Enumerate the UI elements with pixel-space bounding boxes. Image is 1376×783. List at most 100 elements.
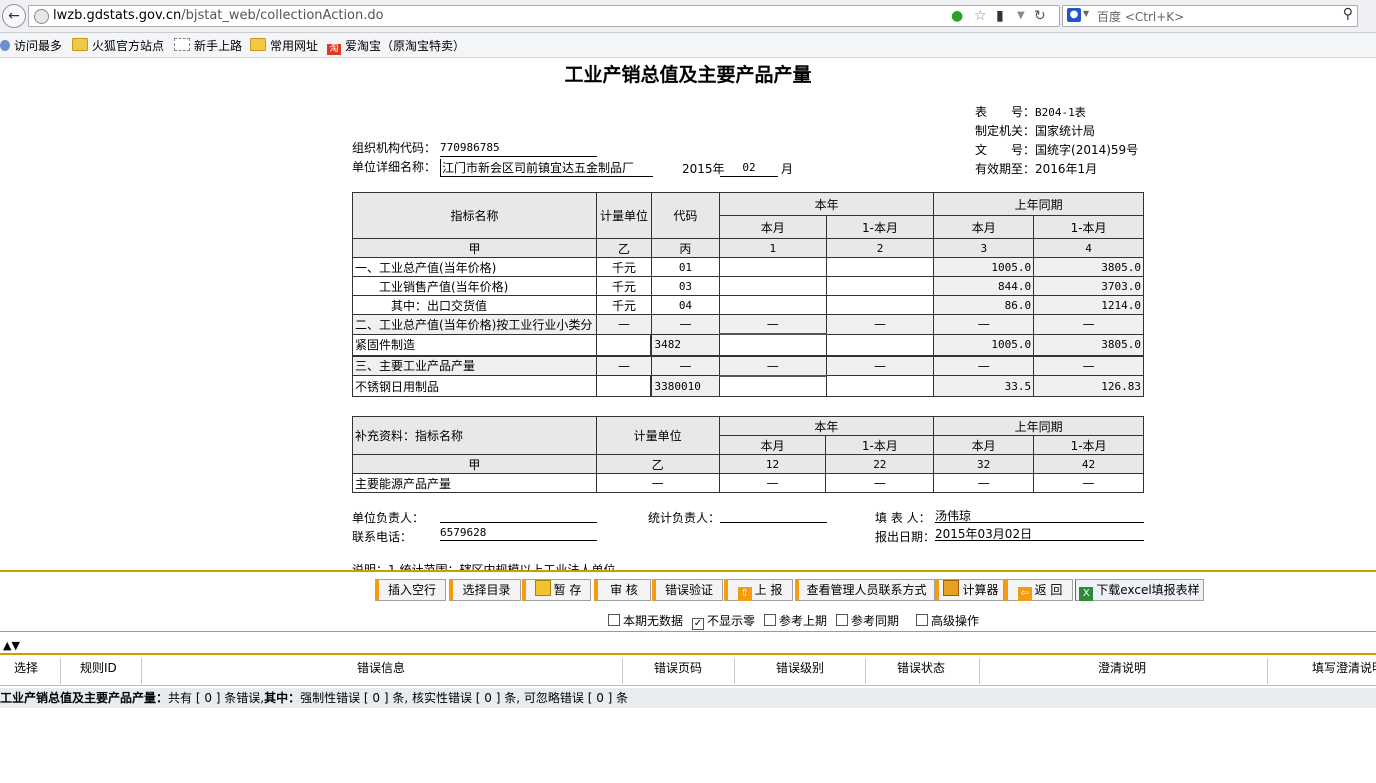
search-box[interactable]: ● ▼ 百度 <Ctrl+K> ⚲ [1062, 5, 1358, 27]
letter-cell: 32 [933, 454, 1035, 474]
select-catalog-button[interactable]: 选择目录 [449, 579, 521, 601]
input-cell[interactable] [718, 295, 827, 315]
supp-header-cumulative: 1-本月 [825, 435, 935, 455]
input-cell[interactable] [825, 257, 935, 277]
globe-icon [34, 9, 49, 24]
code-input[interactable]: 3380010 [650, 375, 720, 397]
search-engine-dropdown-icon[interactable]: ▼ [1083, 9, 1089, 18]
table-row: 紧固件制造 3482 1005.0 3805.0 [352, 333, 1144, 356]
checkbox-box[interactable] [764, 614, 776, 626]
year-text: 2015年 [682, 162, 725, 176]
supplementary-table: 补充资料：指标名称 计量单位 本年 上年同期 本月 1-本月 本月 1-本月 甲… [352, 416, 1144, 493]
code-input[interactable]: 3482 [650, 333, 720, 356]
back-button[interactable]: ⇦ 返 回 [1004, 579, 1073, 601]
bookmark-firefox-site[interactable]: 火狐官方站点 [72, 37, 164, 54]
checkbox-advanced[interactable]: 高级操作 [916, 612, 979, 629]
input-cell[interactable] [825, 375, 935, 397]
checkbox-box[interactable] [836, 614, 848, 626]
letter-cell: 乙 [595, 454, 720, 474]
reload-icon[interactable]: ↻ [1034, 7, 1046, 25]
address-bar[interactable]: lwzb.gdstats.gov.cn/bjstat_web/collectio… [28, 5, 1060, 27]
bookmark-taobao[interactable]: 淘爱淘宝（原淘宝特卖） [327, 37, 465, 55]
filler-field[interactable]: 汤伟琼 [935, 507, 1144, 523]
header-last-year: 上年同期 [933, 192, 1144, 216]
org-name-field[interactable]: 江门市新会区司前镇宜达五金制品厂 [440, 159, 653, 177]
supp-header-this-month: 本月 [718, 435, 827, 455]
col-error-status[interactable]: 错误状态 [897, 659, 945, 676]
table-row: 二、工业总产值(当年价格)按工业行业小类分 — — — — — — [352, 314, 1144, 335]
phone-field[interactable]: 6579628 [440, 526, 597, 541]
mobile-icon[interactable]: ▮ [996, 7, 1004, 25]
input-cell[interactable] [825, 333, 935, 356]
checkbox-ref-previous[interactable]: 参考上期 [764, 612, 827, 629]
search-icon[interactable]: ⚲ [1343, 6, 1353, 22]
report-date-label: 报出日期： [875, 530, 936, 544]
org-name-label: 单位详细名称： [352, 160, 437, 174]
supp-header-last-this-month: 本月 [933, 435, 1035, 455]
dropdown-icon[interactable]: ▼ [1017, 7, 1025, 25]
col-error-page[interactable]: 错误页码 [654, 659, 702, 676]
save-draft-button[interactable]: 暂 存 [522, 579, 591, 601]
col-error-level[interactable]: 错误级别 [776, 659, 824, 676]
col-fill-clarification[interactable]: 填写澄清说明 [1312, 659, 1376, 676]
checkbox-no-data[interactable]: 本期无数据 [608, 612, 683, 629]
col-clarification[interactable]: 澄清说明 [1098, 659, 1146, 676]
calculator-button[interactable]: 计算器 [935, 579, 1004, 601]
table-row: 三、主要工业产品产量 — — — — — — [352, 354, 1144, 376]
insert-row-button[interactable]: 插入空行 [375, 579, 446, 601]
input-cell[interactable] [718, 276, 827, 296]
supp-header-this-year: 本年 [718, 416, 935, 436]
page-title: 工业产销总值及主要产品产量 [564, 64, 812, 86]
input-cell[interactable] [718, 257, 827, 277]
month-text: 月 [781, 162, 794, 176]
audit-button[interactable]: 审 核 [594, 579, 651, 601]
month-field[interactable]: 02 [720, 161, 778, 177]
star-icon[interactable]: ☆ [974, 7, 987, 25]
column-separator [1267, 658, 1268, 684]
divider [0, 570, 1376, 572]
checkbox-hide-zero[interactable]: ✓ 不显示零 [692, 612, 755, 630]
stat-head-field[interactable] [720, 508, 827, 523]
down-triangle-icon[interactable]: ▼ [11, 639, 19, 652]
page-icon [174, 38, 190, 51]
view-admin-contact-button[interactable]: 查看管理人员联系方式 [795, 579, 935, 601]
back-arrow-icon[interactable]: ← [2, 4, 26, 28]
excel-icon: X [1079, 587, 1094, 601]
col-select[interactable]: 选择 [14, 659, 38, 676]
checkbox-box[interactable] [608, 614, 620, 626]
baidu-paw-icon[interactable]: ● [1067, 8, 1081, 22]
table-row: 主要能源产品产量 — — — — — [352, 473, 1144, 493]
upload-icon: ⇧ [737, 587, 752, 601]
letter-cell: 乙 [595, 238, 652, 258]
bookmark-most-visited[interactable]: 访问最多 [0, 37, 62, 54]
checkbox-box-checked[interactable]: ✓ [692, 618, 704, 630]
letter-cell: 甲 [352, 238, 597, 258]
col-error-info[interactable]: 错误信息 [357, 659, 405, 676]
column-separator [979, 658, 980, 684]
col-rule-id[interactable]: 规则ID [80, 659, 117, 676]
main-data-table: 指标名称 计量单位 代码 本年 上年同期 本月 1-本月 本月 1-本月 甲 乙… [352, 192, 1144, 397]
header-last-this-month: 本月 [933, 215, 1035, 239]
letter-cell: 甲 [352, 454, 597, 474]
folder-icon [72, 38, 88, 51]
checkbox-box[interactable] [916, 614, 928, 626]
error-check-button[interactable]: 错误验证 [652, 579, 723, 601]
unit-head-field[interactable] [440, 508, 597, 523]
letter-cell: 4 [1033, 238, 1144, 258]
input-cell[interactable] [825, 276, 935, 296]
input-cell[interactable] [718, 333, 827, 356]
header-code: 代码 [650, 192, 720, 239]
org-code-field[interactable]: 770986785 [440, 141, 597, 157]
report-date-field[interactable]: 2015年03月02日 [935, 525, 1144, 541]
input-cell[interactable] [825, 295, 935, 315]
issuing-authority: 制定机关：国家统计局 [975, 124, 1096, 138]
bookmark-common-sites[interactable]: 常用网址 [250, 37, 318, 54]
download-excel-button[interactable]: X 下载excel填报表样 [1075, 579, 1204, 601]
input-cell[interactable] [718, 374, 827, 397]
go-icon[interactable]: ● [951, 7, 963, 25]
checkbox-ref-same-period[interactable]: 参考同期 [836, 612, 899, 629]
submit-button[interactable]: ⇧ 上 报 [724, 579, 793, 601]
supp-header-indicator: 补充资料：指标名称 [352, 416, 597, 455]
header-last-cumulative: 1-本月 [1033, 215, 1144, 239]
bookmark-getting-started[interactable]: 新手上路 [174, 37, 242, 54]
